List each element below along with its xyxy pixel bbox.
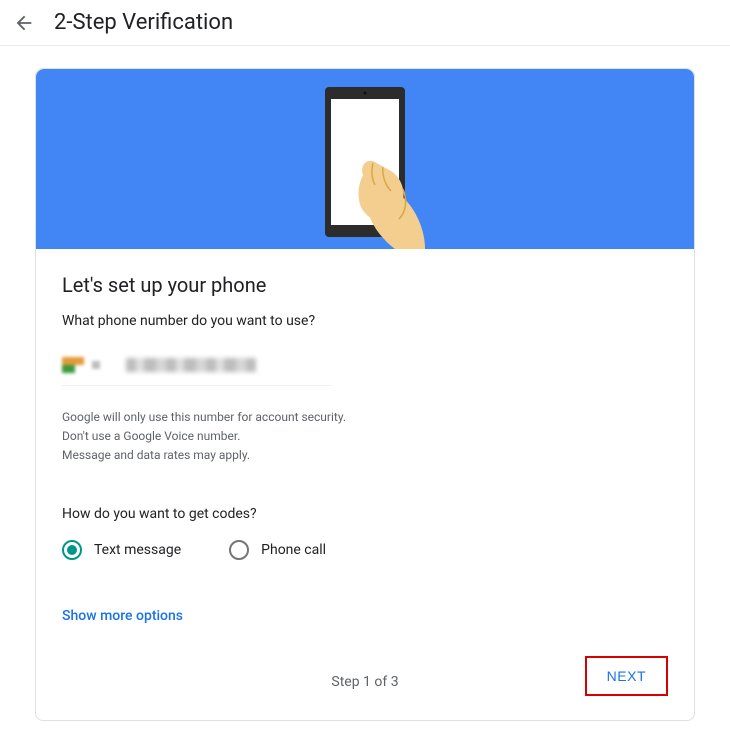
radio-icon (229, 540, 249, 560)
disclaimer-line: Don't use a Google Voice number. (62, 427, 668, 446)
disclaimer-text: Google will only use this number for acc… (62, 408, 668, 466)
country-flag-icon[interactable] (62, 357, 84, 373)
codes-question: How do you want to get codes? (62, 506, 668, 522)
disclaimer-line: Message and data rates may apply. (62, 446, 668, 465)
radio-group-codes: Text message Phone call (62, 540, 668, 560)
radio-text-message[interactable]: Text message (62, 540, 181, 560)
dropdown-indicator (92, 361, 100, 369)
section-heading: Let's set up your phone (62, 273, 668, 297)
radio-label: Phone call (261, 542, 326, 558)
setup-card: Let's set up your phone What phone numbe… (35, 68, 695, 721)
card-content: Let's set up your phone What phone numbe… (36, 249, 694, 720)
phone-number-redacted[interactable] (126, 358, 256, 372)
radio-icon (62, 540, 82, 560)
radio-label: Text message (94, 542, 181, 558)
show-more-options-link[interactable]: Show more options (62, 608, 668, 624)
step-indicator: Step 1 of 3 (331, 674, 398, 690)
back-arrow-icon[interactable] (12, 11, 36, 35)
phone-input[interactable] (62, 353, 332, 386)
top-bar: 2-Step Verification (0, 0, 730, 46)
next-button[interactable]: NEXT (585, 656, 668, 696)
page-title: 2-Step Verification (54, 10, 233, 35)
card-footer: Step 1 of 3 NEXT (62, 674, 668, 710)
phone-question: What phone number do you want to use? (62, 313, 668, 329)
radio-phone-call[interactable]: Phone call (229, 540, 326, 560)
disclaimer-line: Google will only use this number for acc… (62, 408, 668, 427)
hero-illustration (36, 69, 694, 249)
